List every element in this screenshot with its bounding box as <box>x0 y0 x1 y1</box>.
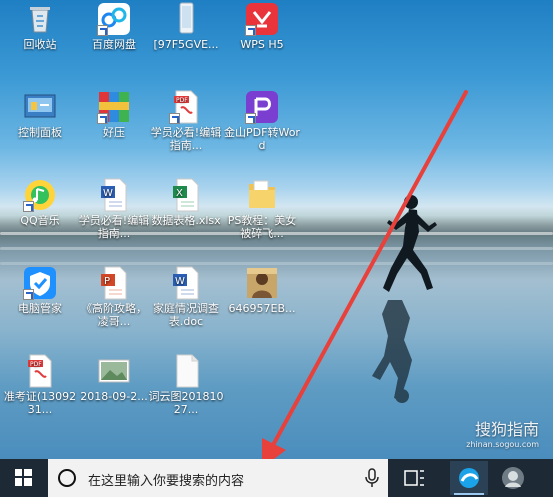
svg-text:W: W <box>103 188 113 199</box>
desktop-icon-kingsoft-pdf[interactable]: 金山PDF转Word <box>222 90 302 152</box>
svg-text:W: W <box>175 276 185 287</box>
desktop-icon-ps-folder[interactable]: PS教程：美女被碎飞... <box>222 178 302 240</box>
icon-label: 好压 <box>103 126 125 139</box>
desktop-icon-word-cloud[interactable]: 词云图20181027... <box>146 354 226 416</box>
icon-label: 数据表格.xlsx <box>151 214 221 227</box>
shortcut-arrow-icon <box>245 25 256 36</box>
browser-app-icon <box>450 461 488 495</box>
qq-music-icon <box>23 178 57 212</box>
shortcut-arrow-icon <box>245 113 256 124</box>
shortcut-arrow-icon <box>97 113 108 124</box>
excel-file-icon: X <box>169 178 203 212</box>
task-view-icon[interactable] <box>404 468 426 488</box>
icon-label: 准考证(1309231... <box>3 390 77 416</box>
icon-label: 电脑管家 <box>18 302 62 315</box>
photo-icon <box>245 266 279 300</box>
icon-label: WPS H5 <box>240 38 284 51</box>
icon-label: 控制面板 <box>18 126 62 139</box>
recycle-bin-icon <box>23 2 57 36</box>
icon-label: PS教程：美女被碎飞... <box>227 214 297 240</box>
icon-label: [97F5GVE... <box>153 38 219 51</box>
cortana-circle-icon <box>58 469 76 487</box>
microphone-icon[interactable] <box>364 468 380 488</box>
wave-line <box>0 247 553 250</box>
taskbar-app-browser[interactable] <box>450 461 488 495</box>
start-button[interactable] <box>0 459 46 497</box>
desktop-icon-family-survey[interactable]: W 家庭情况调查表.doc <box>146 266 226 328</box>
wps-h5-icon <box>245 2 279 36</box>
media-app-icon <box>502 467 524 489</box>
haozip-icon <box>97 90 131 124</box>
desktop-icon-exam-ticket[interactable]: PDF 准考证(1309231... <box>0 354 80 416</box>
photo-thumb-icon <box>97 354 131 388</box>
taskbar-search-box[interactable]: 在这里输入你要搜索的内容 <box>48 459 388 497</box>
baidu-netdisk-icon <box>97 2 131 36</box>
watermark-brand: 搜狗指南 <box>474 420 539 439</box>
desktop-icon-wps-h5[interactable]: WPS H5 <box>222 2 302 51</box>
phone-image-icon <box>169 2 203 36</box>
desktop-icon-recycle-bin[interactable]: 回收站 <box>0 2 80 51</box>
windows-logo-icon <box>15 469 32 486</box>
watermark-url: zhinan.sogou.com <box>466 440 539 449</box>
icon-label: 2018-09-2... <box>80 390 148 403</box>
pdf-file-icon: PDF <box>23 354 57 388</box>
desktop-icon-ppt-guide[interactable]: P 《高阶攻略，凌哥... <box>74 266 154 328</box>
icon-label: 学员必看!编辑指南... <box>78 214 150 240</box>
desktop-icon-word-guide[interactable]: W 学员必看!编辑指南... <box>74 178 154 240</box>
icon-label: 646957EB... <box>228 302 296 315</box>
runner-reflection <box>372 300 412 403</box>
pc-manager-icon <box>23 266 57 300</box>
control-panel-icon <box>23 90 57 124</box>
icon-label: 回收站 <box>23 38 57 51</box>
shortcut-arrow-icon <box>169 113 180 124</box>
icon-label: QQ音乐 <box>20 214 60 227</box>
shortcut-arrow-icon <box>97 25 108 36</box>
sogou-watermark: 搜狗指南 zhinan.sogou.com <box>466 416 539 449</box>
desktop-icon-photo[interactable]: 646957EB... <box>222 266 302 315</box>
folder-icon <box>245 178 279 212</box>
desktop-icon-baidu-netdisk[interactable]: 百度网盘 <box>74 2 154 51</box>
icon-label: 百度网盘 <box>92 38 136 51</box>
icon-label: 《高阶攻略，凌哥... <box>81 302 147 328</box>
shortcut-arrow-icon <box>23 201 34 212</box>
svg-text:PDF: PDF <box>30 361 42 368</box>
wave-line <box>0 262 553 265</box>
blank-image-icon <box>169 354 203 388</box>
kingsoft-pdf-icon <box>245 90 279 124</box>
icon-label: 金山PDF转Word <box>224 126 300 152</box>
svg-text:X: X <box>176 188 183 199</box>
pdf-file-icon: PDF <box>169 90 203 124</box>
desktop-icon-qq-music[interactable]: QQ音乐 <box>0 178 80 227</box>
desktop-icon-screenshot-date[interactable]: 2018-09-2... <box>74 354 154 403</box>
svg-text:P: P <box>104 276 110 287</box>
runner-silhouette <box>383 195 437 292</box>
icon-label: 家庭情况调查表.doc <box>153 302 219 328</box>
svg-text:PDF: PDF <box>176 97 188 104</box>
search-placeholder: 在这里输入你要搜索的内容 <box>88 474 245 489</box>
desktop-icon-haozip[interactable]: 好压 <box>74 90 154 139</box>
taskbar-app-media[interactable] <box>494 461 532 495</box>
desktop-icon-pc-manager[interactable]: 电脑管家 <box>0 266 80 315</box>
desktop-icon-pdf-guide[interactable]: PDF 学员必看!编辑指南... <box>146 90 226 152</box>
icon-label: 词云图20181027... <box>148 390 224 416</box>
icon-label: 学员必看!编辑指南... <box>150 126 222 152</box>
word-doc-icon: W <box>169 266 203 300</box>
ppt-file-icon: P <box>97 266 131 300</box>
word-file-icon: W <box>97 178 131 212</box>
desktop-icon-control-panel[interactable]: 控制面板 <box>0 90 80 139</box>
shortcut-arrow-icon <box>23 289 34 300</box>
desktop-icon-excel-sheet[interactable]: X 数据表格.xlsx <box>146 178 226 227</box>
desktop-icon-phone-image[interactable]: [97F5GVE... <box>146 2 226 51</box>
taskbar: 在这里输入你要搜索的内容 <box>0 459 553 497</box>
